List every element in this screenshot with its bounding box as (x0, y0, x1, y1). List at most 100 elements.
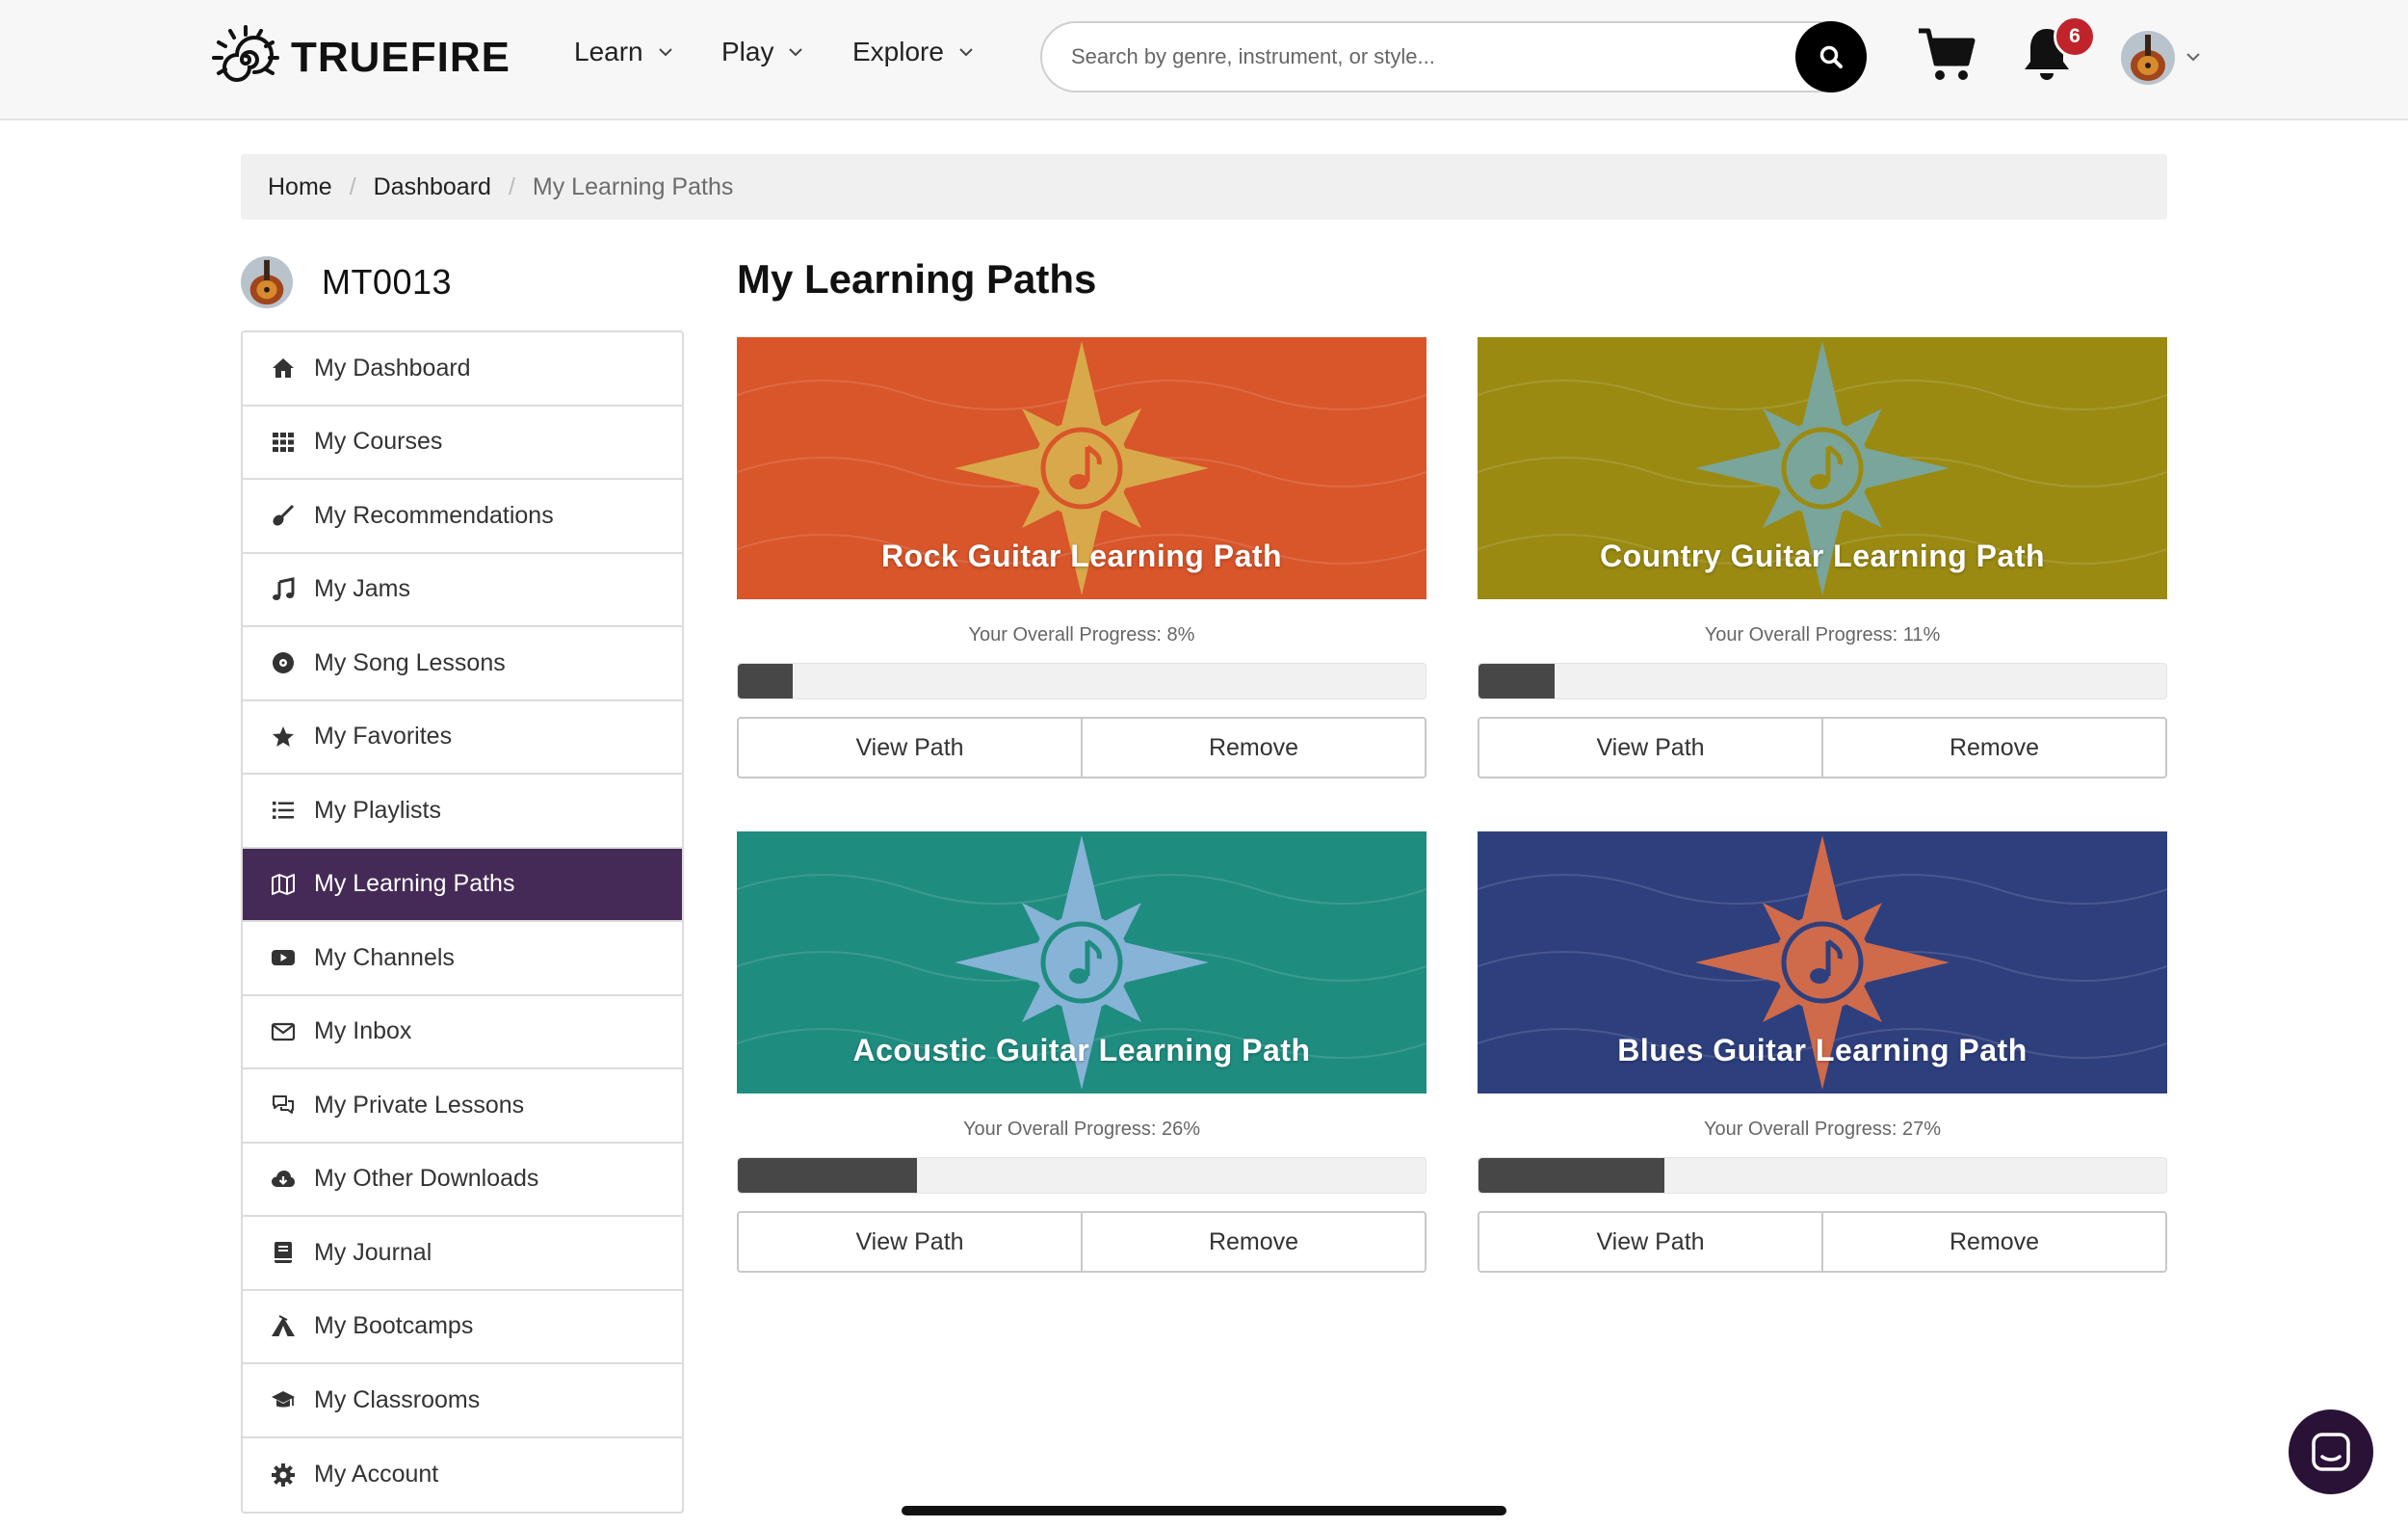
username: MT0013 (322, 262, 453, 302)
sidebar-item-bootcamps[interactable]: My Bootcamps (243, 1291, 682, 1364)
sidebar-item-dashboard[interactable]: My Dashboard (243, 332, 682, 407)
truefire-logo[interactable]: TRUEFIRE (206, 21, 510, 94)
sidebar-item-label: My Journal (314, 1238, 432, 1266)
page-title: My Learning Paths (737, 256, 1097, 302)
learning-path-card-acoustic: Acoustic Guitar Learning Path Your Overa… (737, 831, 1426, 1273)
card-actions: View Path Remove (1478, 717, 2167, 778)
sidebar-item-label: My Jams (314, 575, 410, 603)
breadcrumb-current: My Learning Paths (532, 172, 734, 200)
star-icon (273, 725, 294, 747)
view-path-button[interactable]: View Path (1478, 717, 1823, 778)
sidebar-item-label: My Dashboard (314, 354, 471, 382)
sidebar-item-favorites[interactable]: My Favorites (243, 701, 682, 775)
tent-icon (272, 1314, 295, 1336)
avatar-image-icon (241, 256, 293, 308)
nav-explore-label: Explore (852, 37, 944, 66)
sidebar-item-label: My Favorites (314, 723, 453, 751)
sidebar-item-courses[interactable]: My Courses (243, 407, 682, 480)
grid-icon (273, 432, 294, 452)
nav-play[interactable]: Play (721, 37, 804, 67)
nav-learn-label: Learn (574, 37, 643, 66)
progress-label: Your Overall Progress: 27% (1703, 1119, 1942, 1140)
record-icon (273, 652, 294, 674)
chat-launcher-button[interactable] (2289, 1409, 2373, 1494)
breadcrumb-dashboard[interactable]: Dashboard (374, 173, 491, 201)
search-icon (1819, 45, 1843, 68)
sidebar-item-jams[interactable]: My Jams (243, 554, 682, 627)
user-profile-header: MT0013 (241, 256, 452, 308)
sidebar-item-recommendations[interactable]: My Recommendations (243, 480, 682, 554)
view-path-button[interactable]: View Path (737, 1211, 1083, 1273)
chat-icon (2312, 1433, 2350, 1471)
avatar-image-icon (2121, 31, 2175, 85)
search-button[interactable] (1795, 21, 1867, 92)
avatar (241, 256, 293, 308)
sidebar-item-label: My Learning Paths (314, 870, 515, 898)
sidebar-item-label: My Recommendations (314, 501, 554, 529)
remove-path-button[interactable]: Remove (1823, 717, 2167, 778)
sun-spiral-logo-icon (212, 25, 279, 82)
view-path-button[interactable]: View Path (1478, 1211, 1823, 1273)
top-header: TRUEFIRE Learn Play Explore 6 (0, 0, 2408, 120)
learning-path-banner[interactable]: Acoustic Guitar Learning Path (737, 831, 1426, 1093)
remove-path-button[interactable]: Remove (1083, 1211, 1426, 1273)
logo-text: TRUEFIRE (291, 34, 510, 81)
progress-bar-fill (1479, 664, 1555, 698)
progress-label: Your Overall Progress: 11% (1704, 624, 1941, 645)
card-actions: View Path Remove (1478, 1211, 2167, 1273)
list-icon (273, 802, 294, 820)
sidebar-item-label: My Other Downloads (314, 1165, 539, 1193)
progress-label: Your Overall Progress: 26% (962, 1119, 1201, 1140)
chat-bubbles-icon (273, 1095, 294, 1115)
sidebar-item-label: My Classrooms (314, 1385, 481, 1413)
sidebar-item-classrooms[interactable]: My Classrooms (243, 1364, 682, 1438)
nav-explore[interactable]: Explore (852, 37, 975, 67)
nav-play-label: Play (721, 37, 774, 66)
learning-path-banner[interactable]: Blues Guitar Learning Path (1478, 831, 2167, 1093)
sidebar-item-inbox[interactable]: My Inbox (243, 996, 682, 1069)
sidebar-item-label: My Bootcamps (314, 1312, 474, 1340)
user-avatar-menu[interactable] (2121, 31, 2175, 85)
learning-path-title: Acoustic Guitar Learning Path (852, 1033, 1311, 1067)
cart-icon[interactable] (1917, 27, 1976, 83)
sidebar-item-other-downloads[interactable]: My Other Downloads (243, 1144, 682, 1217)
learning-path-banner[interactable]: Country Guitar Learning Path (1478, 337, 2167, 599)
remove-path-button[interactable]: Remove (1823, 1211, 2167, 1273)
sidebar-item-label: My Inbox (314, 1017, 412, 1045)
sidebar-item-learning-paths[interactable]: My Learning Paths (243, 848, 682, 922)
progress-bar (1478, 1157, 2167, 1194)
chevron-down-icon (959, 48, 973, 57)
progress-bar-fill (738, 1158, 917, 1193)
sidebar-item-private-lessons[interactable]: My Private Lessons (243, 1069, 682, 1144)
search-input[interactable] (1071, 23, 1745, 91)
learning-path-title: Rock Guitar Learning Path (880, 539, 1283, 573)
progress-bar (737, 1157, 1426, 1194)
nav-learn[interactable]: Learn (574, 37, 674, 67)
progress-bar (737, 663, 1426, 699)
music-note-icon (273, 576, 295, 600)
view-path-button[interactable]: View Path (737, 717, 1083, 778)
progress-bar (1478, 663, 2167, 699)
envelope-icon (271, 1022, 296, 1041)
search-bar (1040, 21, 1867, 92)
sidebar-item-channels[interactable]: My Channels (243, 922, 682, 996)
sidebar-item-playlists[interactable]: My Playlists (243, 775, 682, 849)
sidebar-item-label: My Channels (314, 943, 455, 971)
remove-path-button[interactable]: Remove (1083, 717, 1426, 778)
home-indicator (902, 1506, 1506, 1515)
learning-path-banner[interactable]: Rock Guitar Learning Path (737, 337, 1426, 599)
cloud-download-icon (272, 1170, 295, 1187)
learning-path-card-country: Country Guitar Learning Path Your Overal… (1478, 337, 2167, 778)
card-actions: View Path Remove (737, 717, 1426, 778)
gear-icon (272, 1462, 295, 1487)
breadcrumb-separator: / (349, 172, 356, 200)
chevron-down-icon[interactable] (2185, 48, 2202, 66)
sidebar-item-journal[interactable]: My Journal (243, 1217, 682, 1291)
sidebar-item-song-lessons[interactable]: My Song Lessons (243, 627, 682, 701)
book-icon (275, 1242, 292, 1264)
learning-path-title: Country Guitar Learning Path (1599, 539, 2046, 573)
learning-path-card-blues: Blues Guitar Learning Path Your Overall … (1478, 831, 2167, 1273)
sidebar-menu: My Dashboard My Courses My Recommendatio… (241, 330, 684, 1514)
sidebar-item-account[interactable]: My Account (243, 1438, 682, 1513)
breadcrumb-home[interactable]: Home (268, 173, 332, 201)
